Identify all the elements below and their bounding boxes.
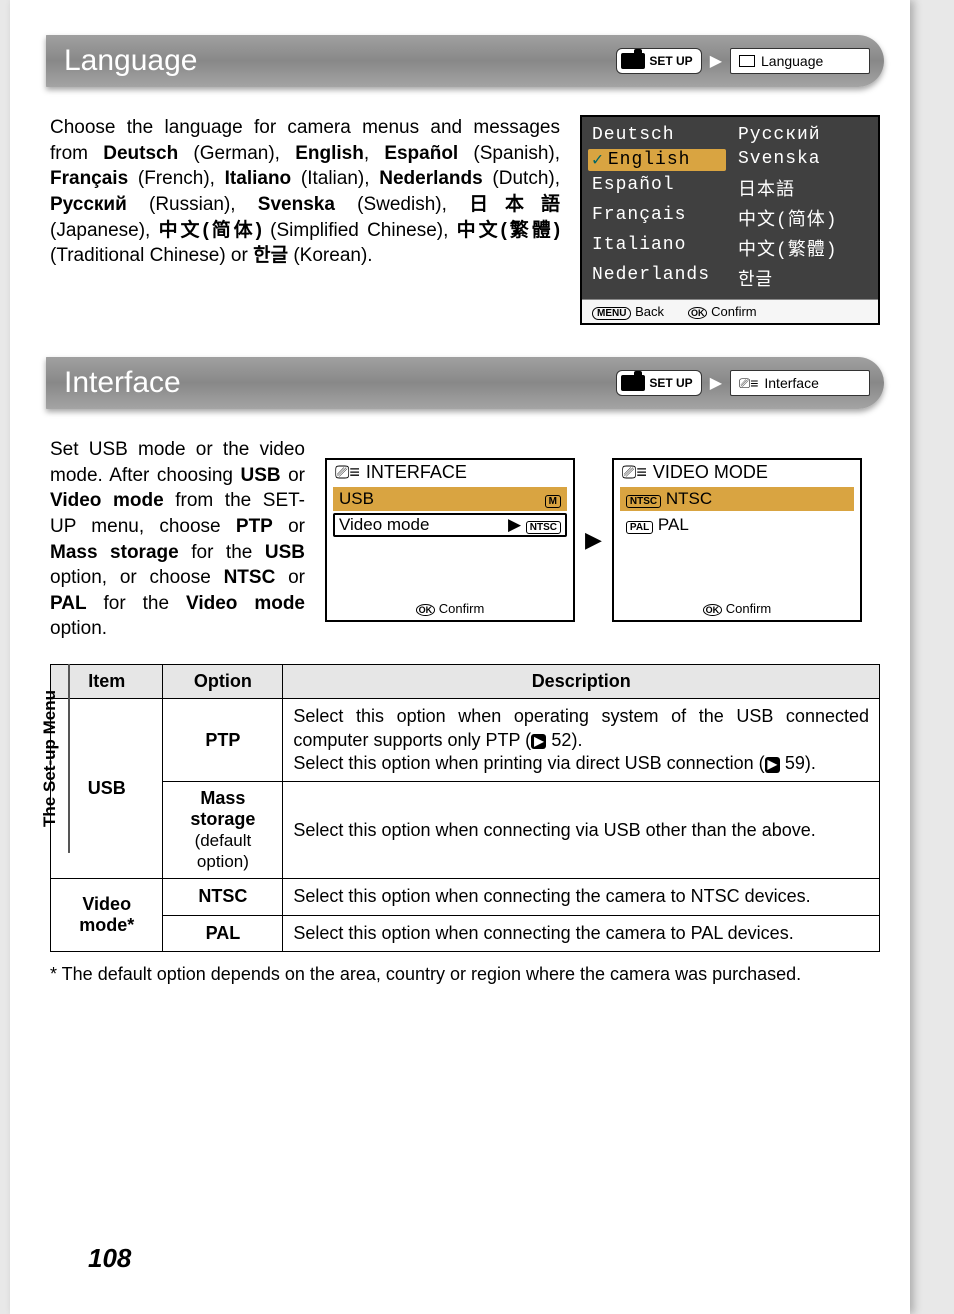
language-option: Deutsch — [588, 125, 726, 145]
cell-option: Mass storage(default option) — [163, 782, 283, 879]
col-description: Description — [283, 665, 880, 699]
section-header-interface: Interface SET UP ▶ ⎚≡ Interface — [46, 357, 884, 409]
language-option: 日本語 — [734, 175, 872, 201]
language-option: Español — [588, 175, 726, 201]
language-prose: Choose the language for camera menus and… — [50, 115, 560, 325]
camera-icon — [621, 375, 645, 391]
interface-icon: ⎚≡ — [335, 462, 360, 483]
table-row: Video mode*NTSCSelect this option when c… — [51, 879, 880, 915]
setup-chip: SET UP — [616, 370, 701, 396]
col-option: Option — [163, 665, 283, 699]
language-option: English — [588, 149, 726, 171]
section-title: Language — [64, 44, 616, 78]
table-row: USBPTPSelect this option when operating … — [51, 699, 880, 782]
nav-destination: ⎚≡ Interface — [730, 370, 870, 396]
breadcrumb: SET UP ▶ Language — [616, 48, 870, 74]
language-option: Italiano — [588, 235, 726, 261]
cell-option: PTP — [163, 699, 283, 782]
options-table: Item Option Description USBPTPSelect thi… — [50, 664, 880, 952]
table-row: PALSelect this option when connecting th… — [51, 915, 880, 951]
cell-item: Video mode* — [51, 879, 163, 952]
flag-icon — [739, 55, 755, 67]
breadcrumb: SET UP ▶ ⎚≡ Interface — [616, 370, 870, 396]
language-menu-screenshot: Deutsch Русский English Svenska Español 日本語 Fr… — [580, 115, 880, 325]
screenshot-title: ⎚≡INTERFACE — [327, 460, 573, 485]
confirm-label: Confirm — [711, 304, 757, 319]
language-option: Français — [588, 205, 726, 231]
screenshot-footer: OK Confirm — [327, 597, 573, 620]
cell-description: Select this option when connecting the c… — [283, 915, 880, 951]
interface-prose: Set USB mode or the video mode. After ch… — [50, 437, 305, 642]
menu-row: PAL PAL — [620, 513, 854, 537]
language-option: 中文(简体) — [734, 205, 872, 231]
cell-description: Select this option when connecting via U… — [283, 782, 880, 879]
ok-button-icon: OK — [703, 604, 723, 616]
section-header-language: Language SET UP ▶ Language — [46, 35, 884, 87]
back-label: Back — [635, 304, 664, 319]
screenshot-footer: OK Confirm — [614, 597, 860, 620]
cell-option: NTSC — [163, 879, 283, 915]
table-body: USBPTPSelect this option when operating … — [51, 699, 880, 952]
menu-button-icon: MENU — [592, 307, 631, 320]
nav-dest-label: Language — [761, 53, 823, 69]
nav-dest-label: Interface — [764, 375, 818, 391]
chevron-right-icon: ▶ — [710, 373, 722, 393]
cell-description: Select this option when operating system… — [283, 699, 880, 782]
cell-description: Select this option when connecting the c… — [283, 879, 880, 915]
interface-icon: ⎚≡ — [739, 375, 758, 392]
setup-label: SET UP — [649, 54, 692, 68]
page-number: 108 — [88, 1243, 131, 1274]
video-mode-screenshot: ⎚≡VIDEO MODE NTSC NTSCPAL PAL OK Confirm — [612, 458, 862, 622]
table-row: Mass storage(default option)Select this … — [51, 782, 880, 879]
ok-button-icon: OK — [416, 604, 436, 616]
screenshot-title: ⎚≡VIDEO MODE — [614, 460, 860, 485]
menu-row: USBM — [333, 487, 567, 511]
setup-label: SET UP — [649, 376, 692, 390]
language-option: 한글 — [734, 265, 872, 291]
interface-icon: ⎚≡ — [622, 462, 647, 483]
section-title: Interface — [64, 366, 616, 400]
language-menu-footer: MENU Back OK Confirm — [582, 299, 878, 323]
language-option: Svenska — [734, 149, 872, 171]
language-option: 中文(繁體) — [734, 235, 872, 261]
table-header-row: Item Option Description — [51, 665, 880, 699]
language-option: Русский — [734, 125, 872, 145]
chevron-right-icon: ▶ — [710, 51, 722, 71]
camera-icon — [621, 53, 645, 69]
video-rows: NTSC NTSCPAL PAL — [614, 487, 860, 597]
cell-option: PAL — [163, 915, 283, 951]
menu-row: NTSC NTSC — [620, 487, 854, 511]
side-tab: The Set-up Menu — [36, 670, 64, 847]
nav-destination: Language — [730, 48, 870, 74]
language-grid: Deutsch Русский English Svenska Español 日本語 Fr… — [582, 117, 878, 299]
interface-rows: USBMVideo mode▶ NTSC — [327, 487, 573, 597]
ok-button-icon: OK — [688, 307, 708, 319]
language-option: Nederlands — [588, 265, 726, 291]
footnote: * The default option depends on the area… — [50, 962, 880, 986]
interface-menu-screenshot: ⎚≡INTERFACE USBMVideo mode▶ NTSC OK Conf… — [325, 458, 575, 622]
setup-chip: SET UP — [616, 48, 701, 74]
arrow-right-icon: ▶ — [585, 527, 602, 553]
menu-row: Video mode▶ NTSC — [333, 513, 567, 537]
